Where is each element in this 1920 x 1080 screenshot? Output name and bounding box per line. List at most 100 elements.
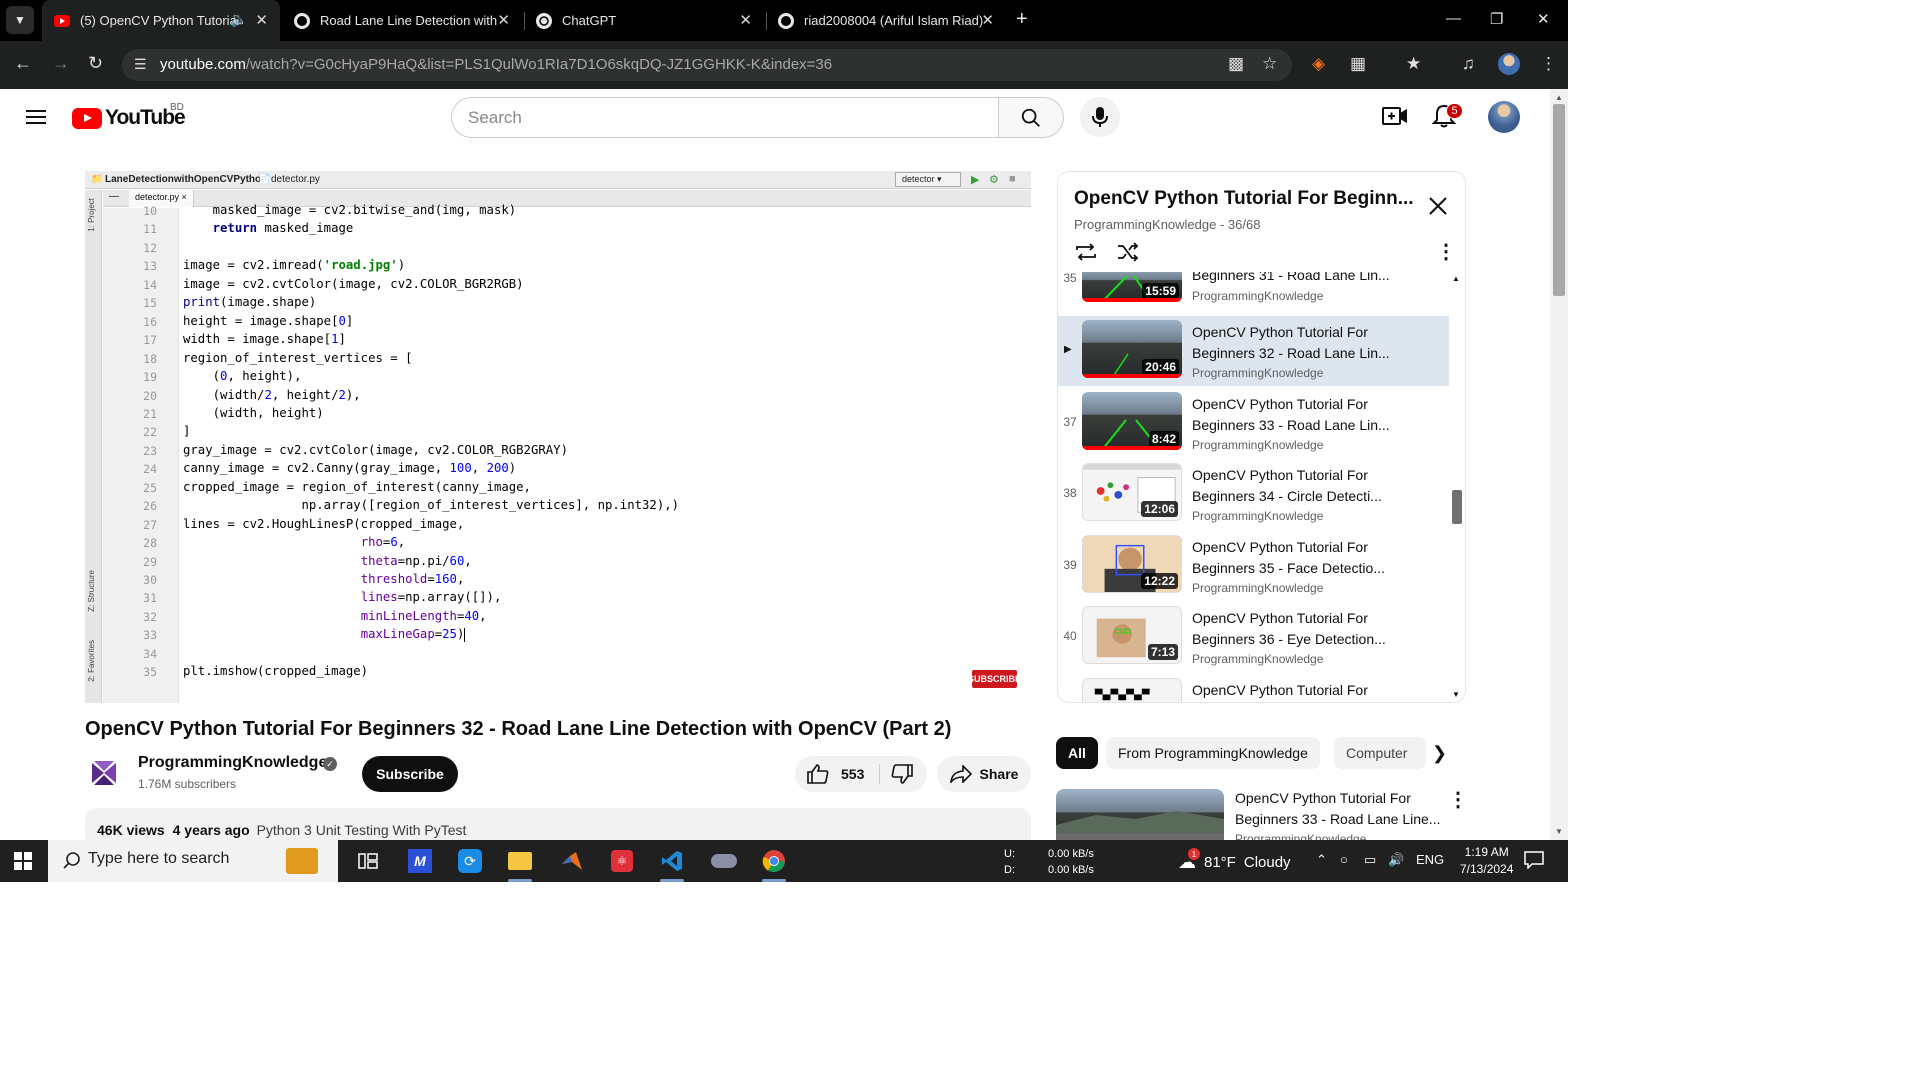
- playlist-video-title[interactable]: OpenCV Python Tutorial For Beginners 34 …: [1192, 465, 1412, 507]
- browser-profile-avatar[interactable]: [1498, 53, 1520, 75]
- install-app-icon[interactable]: ▩: [1228, 54, 1244, 74]
- taskbar-search-input[interactable]: [88, 850, 288, 868]
- file-explorer-icon[interactable]: [496, 840, 544, 882]
- playlist-video-title[interactable]: OpenCV Python Tutorial For Beginners 35 …: [1192, 537, 1412, 579]
- channel-avatar[interactable]: [88, 757, 120, 789]
- tab-search-button[interactable]: ▼: [6, 6, 34, 34]
- search-input[interactable]: [452, 98, 999, 137]
- loop-icon[interactable]: [1074, 242, 1098, 267]
- playlist-video-title[interactable]: OpenCV Python Tutorial For Beginners 32 …: [1192, 322, 1412, 364]
- new-tab-icon[interactable]: +: [1016, 8, 1028, 31]
- tab-youtube[interactable]: (5) OpenCV Python Tutorial 🔈 ✕: [42, 0, 280, 41]
- chevron-right-icon[interactable]: ❯: [1432, 743, 1447, 764]
- more-options-icon[interactable]: ⋮: [1448, 790, 1468, 810]
- playlist-video-title[interactable]: OpenCV Python Tutorial For: [1192, 680, 1412, 701]
- description-tag[interactable]: Python 3 Unit Testing With PyTest: [257, 822, 467, 838]
- back-icon[interactable]: ←: [14, 53, 32, 74]
- extension-layers-icon[interactable]: ◈: [1312, 54, 1325, 74]
- bookmark-star-icon[interactable]: ☆: [1262, 54, 1277, 74]
- app-icon-drone[interactable]: [700, 840, 748, 882]
- tab-github-profile[interactable]: riad2008004 (Ariful Islam Riad) ✕: [766, 0, 1006, 41]
- reload-icon[interactable]: ↻: [88, 53, 103, 74]
- tab-chatgpt[interactable]: ChatGPT ✕: [524, 0, 764, 41]
- close-window-icon[interactable]: ✕: [1537, 10, 1550, 28]
- menu-icon[interactable]: [26, 110, 46, 124]
- playlist-item[interactable]: 39 12:22 OpenCV Python Tutorial For Begi…: [1058, 531, 1449, 601]
- page-scrollbar-thumb[interactable]: [1553, 104, 1565, 296]
- task-view-icon[interactable]: [344, 840, 392, 882]
- search-button[interactable]: [998, 97, 1064, 138]
- video-thumbnail[interactable]: 8:42: [1082, 392, 1182, 450]
- scroll-down-arrow-icon[interactable]: ▼: [1555, 827, 1563, 836]
- scroll-up-arrow-icon[interactable]: ▲: [1555, 93, 1563, 102]
- chrome-icon[interactable]: [750, 840, 798, 882]
- video-thumbnail[interactable]: 20:46: [1082, 320, 1182, 378]
- speaker-icon[interactable]: 🔈: [230, 11, 247, 28]
- address-bar[interactable]: ☰ youtube.com/watch?v=G0cHyaP9HaQ&list=P…: [122, 49, 1292, 81]
- video-thumbnail[interactable]: [1082, 678, 1182, 702]
- vscode-icon[interactable]: [648, 840, 696, 882]
- scroll-up-arrow-icon[interactable]: ▲: [1452, 274, 1460, 283]
- volume-icon[interactable]: 🔊: [1388, 852, 1404, 868]
- account-avatar[interactable]: [1488, 101, 1520, 133]
- video-player[interactable]: 📁 LaneDetectionwithOpenCVPython 📄 detect…: [85, 171, 1031, 703]
- playlist-item[interactable]: 40 7:13 OpenCV Python Tutorial For Begin…: [1058, 602, 1449, 672]
- chip-computer[interactable]: Computer: [1334, 737, 1426, 769]
- scroll-down-arrow-icon[interactable]: ▼: [1452, 690, 1460, 699]
- favorites-icon[interactable]: ★: [1406, 54, 1421, 74]
- windows-start-icon[interactable]: [14, 852, 32, 875]
- media-control-icon[interactable]: ♫: [1462, 54, 1475, 74]
- forward-icon[interactable]: →: [52, 53, 70, 74]
- minimize-icon[interactable]: —: [1446, 10, 1461, 27]
- chevron-up-icon[interactable]: ⌃: [1316, 852, 1327, 868]
- video-thumbnail[interactable]: 7:13: [1082, 606, 1182, 664]
- video-thumbnail[interactable]: 15:59: [1082, 272, 1182, 302]
- subscribe-watermark[interactable]: SUBSCRIBE: [968, 670, 1021, 688]
- video-thumbnail[interactable]: 12:22: [1082, 535, 1182, 593]
- playlist-video-title[interactable]: Beginners 31 - Road Lane Lin...: [1192, 272, 1412, 286]
- like-button[interactable]: 553: [807, 764, 864, 784]
- video-thumbnail[interactable]: 12:06: [1082, 463, 1182, 521]
- playlist-scrollbar[interactable]: ▲ ▼: [1451, 272, 1463, 702]
- language-indicator[interactable]: ENG: [1416, 852, 1444, 867]
- search-field[interactable]: [451, 97, 999, 138]
- code-editor-app-icon[interactable]: M: [396, 840, 444, 882]
- related-video-title[interactable]: OpenCV Python Tutorial For Beginners 33 …: [1235, 788, 1445, 830]
- taskbar-search[interactable]: [48, 840, 338, 882]
- chip-all[interactable]: All: [1056, 737, 1098, 769]
- playlist-title[interactable]: OpenCV Python Tutorial For Beginn...: [1074, 188, 1414, 210]
- close-tab-icon[interactable]: ✕: [739, 11, 752, 29]
- playlist-scrollbar-thumb[interactable]: [1452, 490, 1462, 524]
- browser-menu-icon[interactable]: ⋮: [1540, 54, 1557, 74]
- share-button[interactable]: Share: [937, 756, 1031, 792]
- voice-search-button[interactable]: [1080, 97, 1120, 137]
- shuffle-icon[interactable]: [1116, 242, 1140, 267]
- app-icon-blue[interactable]: ⟳: [446, 840, 494, 882]
- subscribe-button[interactable]: Subscribe: [362, 756, 458, 792]
- tab-github-lane[interactable]: Road Lane Line Detection with ✕: [282, 0, 522, 41]
- notification-center-icon[interactable]: [1524, 851, 1544, 874]
- wifi-icon[interactable]: ○: [1340, 852, 1348, 867]
- restore-icon[interactable]: ❐: [1490, 10, 1503, 28]
- channel-name[interactable]: ProgrammingKnowledge: [138, 754, 327, 772]
- weather-widget[interactable]: ☁ 1 81°F Cloudy: [1178, 848, 1291, 873]
- playlist-item-current[interactable]: ▶ 20:46 OpenCV Python Tutorial For Begin…: [1058, 316, 1449, 386]
- playlist-video-title[interactable]: OpenCV Python Tutorial For Beginners 33 …: [1192, 394, 1412, 436]
- matlab-icon[interactable]: [548, 840, 596, 882]
- system-clock[interactable]: 1:19 AM 7/13/2024: [1460, 844, 1513, 878]
- youtube-logo[interactable]: YouTube: [72, 106, 186, 130]
- chip-from-channel[interactable]: From ProgrammingKnowledge: [1106, 737, 1320, 769]
- close-tab-icon[interactable]: ✕: [981, 11, 994, 29]
- create-button[interactable]: [1382, 105, 1408, 132]
- close-tab-icon[interactable]: ✕: [497, 11, 510, 29]
- extensions-icon[interactable]: ▦: [1350, 54, 1366, 74]
- playlist-item[interactable]: 38 12:06 OpenCV Python Tutorial For Begi…: [1058, 459, 1449, 529]
- playlist-video-title[interactable]: OpenCV Python Tutorial For Beginners 36 …: [1192, 608, 1412, 650]
- more-options-icon[interactable]: ⋮: [1436, 242, 1456, 262]
- playlist-item[interactable]: 37 8:42 OpenCV Python Tutorial For Begin…: [1058, 388, 1449, 458]
- close-icon[interactable]: [1428, 196, 1448, 221]
- playlist-item[interactable]: OpenCV Python Tutorial For: [1058, 674, 1449, 702]
- app-icon-red[interactable]: ⚛: [598, 840, 646, 882]
- dislike-button[interactable]: [891, 764, 913, 789]
- close-tab-icon[interactable]: ✕: [255, 11, 268, 29]
